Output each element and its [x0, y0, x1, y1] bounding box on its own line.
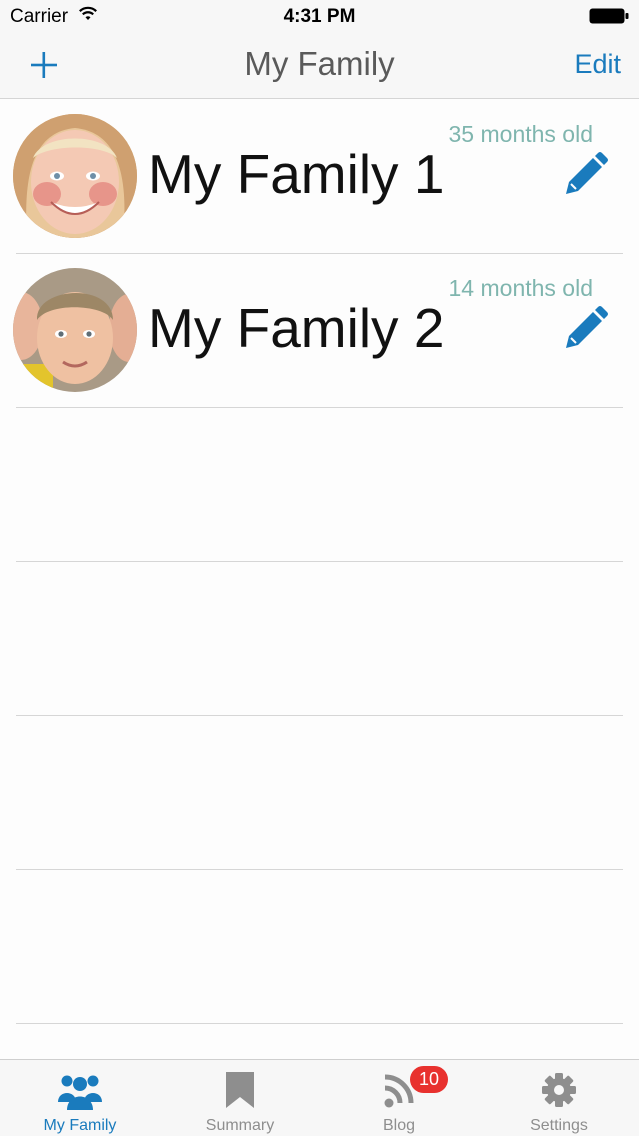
- family-icon: [58, 1075, 102, 1110]
- tab-label: Blog: [382, 1117, 416, 1134]
- navigation-bar: My Family Edit: [0, 32, 639, 99]
- pencil-icon[interactable]: [562, 306, 608, 352]
- row-divider: [16, 1023, 623, 1024]
- row-divider: [16, 561, 623, 562]
- tab-label: Settings: [530, 1117, 588, 1134]
- tab-bar: My Family Summary Blog Settings 10: [0, 1059, 639, 1136]
- avatar: [13, 114, 137, 238]
- member-name: My Family 2: [148, 297, 445, 359]
- tab-settings[interactable]: Settings: [479, 1060, 639, 1136]
- bookmark-icon: [226, 1072, 254, 1108]
- edit-button[interactable]: Edit: [574, 49, 621, 80]
- tab-my-family[interactable]: My Family: [0, 1060, 160, 1136]
- row-divider: [16, 715, 623, 716]
- battery-icon: [589, 8, 629, 24]
- status-time: 4:31 PM: [283, 6, 356, 27]
- family-list: My Family 1 35 months old My Family 2 14…: [0, 100, 639, 1058]
- tab-label: My Family: [43, 1117, 117, 1134]
- gear-icon: [542, 1073, 576, 1107]
- member-name: My Family 1: [148, 143, 445, 205]
- age-label: 14 months old: [448, 275, 593, 301]
- row-divider: [16, 869, 623, 870]
- list-item[interactable]: My Family 2 14 months old: [0, 254, 639, 408]
- row-divider: [16, 407, 623, 408]
- notification-badge: 10: [410, 1066, 448, 1093]
- age-label: 35 months old: [448, 121, 593, 147]
- list-item[interactable]: My Family 1 35 months old: [0, 100, 639, 254]
- tab-label: Summary: [205, 1117, 275, 1134]
- page-title: My Family: [244, 45, 395, 82]
- tab-summary[interactable]: Summary: [160, 1060, 320, 1136]
- avatar: [13, 268, 137, 392]
- status-bar: Carrier 4:31 PM: [0, 0, 639, 32]
- pencil-icon[interactable]: [562, 152, 608, 198]
- tab-blog[interactable]: Blog: [319, 1060, 479, 1136]
